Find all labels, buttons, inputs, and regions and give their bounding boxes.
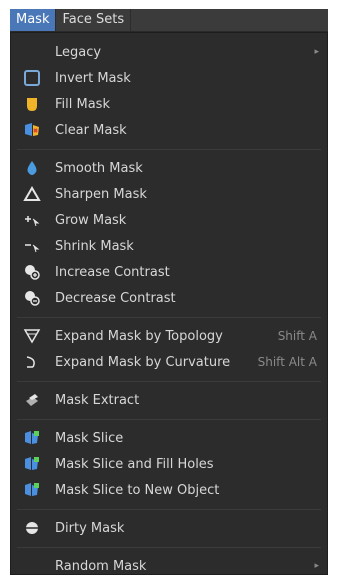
menu-item-expand-curvature[interactable]: Expand Mask by Curvature Shift Alt A xyxy=(11,349,327,375)
menu-item-label: Clear Mask xyxy=(55,122,127,138)
menu-item-random-mask[interactable]: Random Mask ▸ xyxy=(11,553,327,579)
menu-item-label: Mask Slice and Fill Holes xyxy=(55,456,214,472)
menu-item-label: Expand Mask by Topology xyxy=(55,328,223,344)
contrast-plus-icon xyxy=(23,263,41,281)
menu-item-label: Expand Mask by Curvature xyxy=(55,354,231,370)
topology-icon xyxy=(23,327,41,345)
menu-item-mask-slice[interactable]: Mask Slice xyxy=(11,425,327,451)
dirty-mask-icon xyxy=(23,519,41,537)
triangle-icon xyxy=(23,185,41,203)
menu-item-label: Legacy xyxy=(55,44,102,60)
menubar: Mask Face Sets xyxy=(10,9,328,32)
menu-item-label: Dirty Mask xyxy=(55,520,125,536)
mask-dropdown-menu: Legacy ▸ Invert Mask Fill Mask Clear Mas… xyxy=(10,32,328,575)
shortcut-label: Shift Alt A xyxy=(257,355,317,369)
menu-item-fill-mask[interactable]: Fill Mask xyxy=(11,91,327,117)
menu-item-label: Fill Mask xyxy=(55,96,110,112)
menu-item-decrease-contrast[interactable]: Decrease Contrast xyxy=(11,285,327,311)
menu-item-label: Sharpen Mask xyxy=(55,186,147,202)
menu-item-label: Shrink Mask xyxy=(55,238,134,254)
menu-item-mask-slice-fill-holes[interactable]: Mask Slice and Fill Holes xyxy=(11,451,327,477)
separator xyxy=(17,547,321,548)
separator xyxy=(17,317,321,318)
submenu-arrow-icon: ▸ xyxy=(314,47,319,57)
separator xyxy=(17,149,321,150)
separator xyxy=(17,381,321,382)
menu-mask[interactable]: Mask xyxy=(10,9,57,31)
menu-item-label: Grow Mask xyxy=(55,212,127,228)
menu-item-grow-mask[interactable]: Grow Mask xyxy=(11,207,327,233)
menu-item-label: Increase Contrast xyxy=(55,264,170,280)
menu-item-label: Random Mask xyxy=(55,558,147,574)
water-drop-icon xyxy=(23,159,41,177)
separator xyxy=(17,419,321,420)
menu-item-sharpen-mask[interactable]: Sharpen Mask xyxy=(11,181,327,207)
curvature-icon xyxy=(23,353,41,371)
menu-item-dirty-mask[interactable]: Dirty Mask xyxy=(11,515,327,541)
submenu-arrow-icon: ▸ xyxy=(314,561,319,571)
menu-item-legacy[interactable]: Legacy ▸ xyxy=(11,39,327,65)
invert-mask-icon xyxy=(23,69,41,87)
contrast-minus-icon xyxy=(23,289,41,307)
shortcut-label: Shift A xyxy=(277,329,317,343)
grow-icon xyxy=(23,211,41,229)
menu-item-increase-contrast[interactable]: Increase Contrast xyxy=(11,259,327,285)
separator xyxy=(17,509,321,510)
menu-item-expand-topology[interactable]: Expand Mask by Topology Shift A xyxy=(11,323,327,349)
mask-slice-icon xyxy=(23,481,41,499)
menu-item-invert-mask[interactable]: Invert Mask xyxy=(11,65,327,91)
menu-item-mask-extract[interactable]: Mask Extract xyxy=(11,387,327,413)
menu-item-smooth-mask[interactable]: Smooth Mask xyxy=(11,155,327,181)
menu-item-label: Mask Slice xyxy=(55,430,124,446)
extract-icon xyxy=(23,391,41,409)
menu-face-sets[interactable]: Face Sets xyxy=(56,9,132,31)
menu-item-label: Invert Mask xyxy=(55,70,131,86)
mask-slice-icon xyxy=(23,429,41,447)
fill-mask-icon xyxy=(23,95,41,113)
menu-item-label: Smooth Mask xyxy=(55,160,143,176)
menu-item-mask-slice-new-object[interactable]: Mask Slice to New Object xyxy=(11,477,327,503)
clear-mask-icon xyxy=(23,121,41,139)
menu-item-shrink-mask[interactable]: Shrink Mask xyxy=(11,233,327,259)
shrink-icon xyxy=(23,237,41,255)
mask-slice-icon xyxy=(23,455,41,473)
menu-item-clear-mask[interactable]: Clear Mask xyxy=(11,117,327,143)
menu-item-label: Mask Extract xyxy=(55,392,140,408)
menu-item-label: Decrease Contrast xyxy=(55,290,176,306)
menu-item-label: Mask Slice to New Object xyxy=(55,482,220,498)
